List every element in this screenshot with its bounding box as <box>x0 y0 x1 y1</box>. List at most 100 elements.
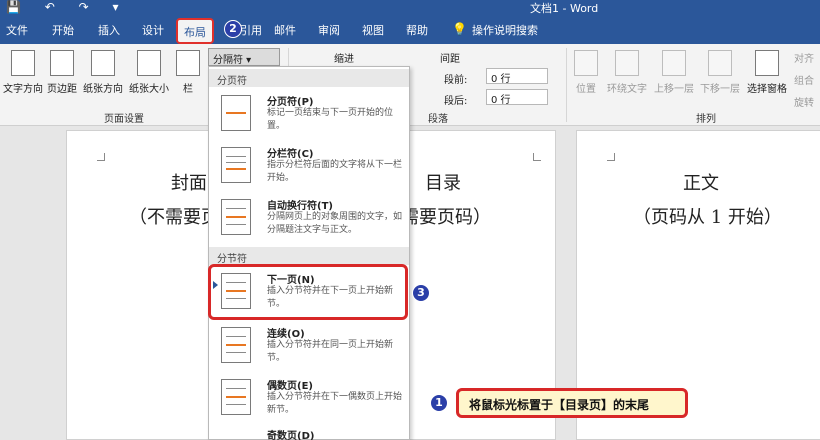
spacing-label: 间距 <box>440 54 460 65</box>
space-before-field[interactable]: 0 行 <box>486 68 548 85</box>
menu-item-column-break[interactable]: 分栏符(C) 指示分栏符后面的文字将从下一栏开始。 <box>209 141 409 191</box>
continuous-icon <box>221 327 251 363</box>
group-separator <box>566 48 567 122</box>
tab-help[interactable]: 帮助 <box>406 22 428 38</box>
tell-me-search[interactable]: 操作说明搜索 <box>472 22 538 38</box>
text-direction-button[interactable]: 文字方向 <box>2 50 44 95</box>
menu-item-title: 分页符(P) <box>267 97 314 108</box>
ribbon: 文字方向 页边距 纸张方向 纸张大小 栏 分隔符 ▾ 页面设置 缩进 间距 段前… <box>0 44 820 126</box>
menu-item-text-wrapping-break[interactable]: 自动换行符(T) 分隔网页上的对象周围的文字，如分隔题注文字与正文。 <box>209 193 409 243</box>
wrap-text-button[interactable]: 环绕文字 <box>604 50 650 95</box>
tab-layout[interactable]: 布局 <box>176 18 214 44</box>
lightbulb-icon: 💡 <box>452 22 467 36</box>
menu-item-description: 分隔网页上的对象周围的文字，如分隔题注文字与正文。 <box>267 212 403 235</box>
orientation-icon <box>91 50 115 76</box>
tab-view[interactable]: 视图 <box>362 22 384 38</box>
group-button[interactable]: 组合 <box>794 72 814 87</box>
columns-icon <box>176 50 200 76</box>
tab-insert[interactable]: 插入 <box>98 22 120 38</box>
title-bar: 💾 ↶ ↷ ▾ 文档1 - Word <box>0 0 820 16</box>
toc-title: 目录 <box>425 173 461 194</box>
space-before-label: 段前: <box>444 75 468 86</box>
size-button[interactable]: 纸张大小 <box>126 50 172 95</box>
send-backward-icon <box>708 50 732 76</box>
page-breaks-header: 分页符 <box>209 69 409 87</box>
tab-references[interactable]: 引用 <box>240 22 262 38</box>
tab-file[interactable]: 文件 <box>6 22 28 38</box>
rotate-button[interactable]: 旋转 <box>794 94 814 109</box>
wrap-text-icon <box>615 50 639 76</box>
margin-corner <box>607 153 615 161</box>
body-title: 正文 <box>683 173 719 194</box>
group-label-page-setup: 页面设置 <box>104 114 144 125</box>
send-backward-label: 下移一层 <box>700 84 740 95</box>
toc-subtitle: 需要页码） <box>401 207 491 228</box>
bring-forward-label: 上移一层 <box>654 84 694 95</box>
menu-item-title: 分栏符(C) <box>267 149 314 160</box>
section-breaks-header: 分节符 <box>209 247 409 265</box>
step-1-marker: 1 <box>430 394 448 412</box>
margins-label: 页边距 <box>47 84 77 95</box>
menu-item-page-break[interactable]: 分页符(P) 标记一页结束与下一页开始的位置。 <box>209 89 409 139</box>
selection-pane-icon <box>755 50 779 76</box>
cover-subtitle: （不需要页 <box>129 207 219 228</box>
margin-corner <box>97 153 105 161</box>
instruction-callout: 将鼠标光标置于【目录页】的末尾 <box>456 388 688 418</box>
menu-item-title: 连续(O) <box>267 329 305 340</box>
tab-design[interactable]: 设计 <box>142 22 164 38</box>
document-title: 文档1 - Word <box>530 2 599 15</box>
menu-item-odd-page[interactable]: 奇数页(D) <box>209 423 409 440</box>
menu-item-description: 插入分节符并在同一页上开始新节。 <box>267 340 394 363</box>
space-after-label: 段后: <box>444 96 468 107</box>
size-label: 纸张大小 <box>129 84 169 95</box>
quick-access-toolbar[interactable]: 💾 ↶ ↷ ▾ <box>6 0 129 14</box>
tab-mailings[interactable]: 邮件 <box>274 22 296 38</box>
breaks-dropdown-menu: 分页符 分页符(P) 标记一页结束与下一页开始的位置。 分栏符(C) 指示分栏符… <box>208 66 410 440</box>
text-wrapping-icon <box>221 199 251 235</box>
group-label-arrange: 排列 <box>696 114 716 125</box>
position-button[interactable]: 位置 <box>572 50 600 95</box>
menu-item-description: 指示分栏符后面的文字将从下一栏开始。 <box>267 160 403 183</box>
text-direction-icon <box>11 50 35 76</box>
send-backward-button[interactable]: 下移一层 <box>698 50 742 95</box>
tab-review[interactable]: 审阅 <box>318 22 340 38</box>
document-area[interactable]: 封面 （不需要页 目录 需要页码） 正文 （页码从 1 开始） <box>0 126 820 440</box>
ribbon-tabs: 文件 开始 插入 设计 布局 引用 邮件 审阅 视图 帮助 💡 操作说明搜索 <box>0 16 820 44</box>
position-icon <box>574 50 598 76</box>
page-break-icon <box>221 95 251 131</box>
selection-pane-label: 选择窗格 <box>747 84 787 95</box>
align-button[interactable]: 对齐 <box>794 50 814 65</box>
menu-item-description: 标记一页结束与下一页开始的位置。 <box>267 108 394 131</box>
cover-title: 封面 <box>171 173 207 194</box>
columns-label: 栏 <box>183 84 193 95</box>
menu-item-description: 插入分节符并在下一偶数页上开始新节。 <box>267 392 403 415</box>
next-page-highlight <box>208 264 408 320</box>
menu-item-even-page[interactable]: 偶数页(E) 插入分节符并在下一偶数页上开始新节。 <box>209 373 409 423</box>
bring-forward-icon <box>662 50 686 76</box>
bring-forward-button[interactable]: 上移一层 <box>652 50 696 95</box>
even-page-icon <box>221 379 251 415</box>
menu-item-continuous[interactable]: 连续(O) 插入分节符并在同一页上开始新节。 <box>209 321 409 371</box>
tab-home[interactable]: 开始 <box>52 22 74 38</box>
margin-corner <box>533 153 541 161</box>
step-2-marker: 2 <box>224 20 242 38</box>
indent-label: 缩进 <box>334 54 354 65</box>
column-break-icon <box>221 147 251 183</box>
step-3-marker: 3 <box>412 284 430 302</box>
group-label-paragraph: 段落 <box>428 114 448 125</box>
breaks-button[interactable]: 分隔符 ▾ <box>208 48 280 66</box>
orientation-label: 纸张方向 <box>83 84 123 95</box>
position-label: 位置 <box>576 84 596 95</box>
page-size-icon <box>137 50 161 76</box>
space-after-field[interactable]: 0 行 <box>486 89 548 106</box>
menu-item-title: 偶数页(E) <box>267 381 313 392</box>
selection-pane-button[interactable]: 选择窗格 <box>744 50 790 95</box>
margins-icon <box>50 50 74 76</box>
orientation-button[interactable]: 纸张方向 <box>80 50 126 95</box>
text-direction-label: 文字方向 <box>3 84 43 95</box>
wrap-text-label: 环绕文字 <box>607 84 647 95</box>
columns-button[interactable]: 栏 <box>176 50 200 95</box>
menu-item-title: 奇数页(D) <box>267 431 315 440</box>
menu-item-title: 自动换行符(T) <box>267 201 333 212</box>
margins-button[interactable]: 页边距 <box>44 50 80 95</box>
